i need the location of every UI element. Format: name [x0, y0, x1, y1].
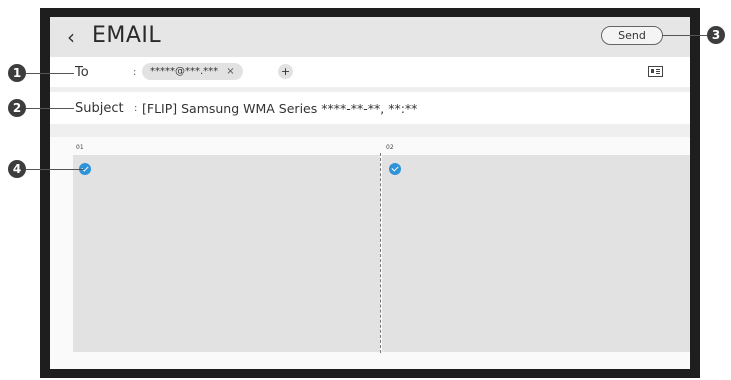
to-colon: : [133, 67, 137, 78]
header-bar: ‹ EMAIL Send [50, 17, 690, 57]
subject-row[interactable]: Subject : [FLIP] Samsung WMA Series ****… [50, 92, 690, 124]
recipient-chip[interactable]: *****@***.*** × [142, 63, 243, 80]
page-thumbnail-2[interactable] [382, 155, 690, 352]
add-recipient-button[interactable]: + [278, 64, 293, 79]
callout-leader-2 [19, 108, 74, 109]
callout-badge-2: 2 [8, 99, 26, 117]
recipient-address: *****@***.*** [150, 66, 219, 77]
callout-badge-1: 1 [8, 64, 26, 82]
contact-card-icon[interactable] [648, 66, 663, 77]
subject-label: Subject [75, 101, 124, 116]
page-divider [380, 153, 381, 353]
callout-leader-3 [662, 35, 708, 36]
to-row: To : *****@***.*** × + [50, 57, 690, 87]
subject-colon: : [134, 103, 138, 114]
remove-recipient-icon[interactable]: × [226, 66, 234, 77]
callout-badge-4: 4 [8, 160, 26, 178]
subject-field[interactable]: [FLIP] Samsung WMA Series ****-**-**, **… [142, 101, 417, 116]
page-number-2: 02 [386, 144, 394, 151]
to-label: To [75, 65, 89, 80]
page-title: EMAIL [92, 23, 162, 48]
email-screen: ‹ EMAIL Send To : *****@***.*** × + Subje… [50, 17, 690, 369]
checkmark-icon[interactable] [389, 163, 401, 175]
callout-badge-3: 3 [707, 26, 725, 44]
chevron-left-icon[interactable]: ‹ [67, 25, 75, 49]
page-thumbnail-1[interactable] [73, 155, 380, 352]
callout-leader-1 [19, 73, 74, 74]
page-number-1: 01 [76, 144, 84, 151]
callout-leader-4 [19, 169, 84, 170]
send-button[interactable]: Send [601, 26, 663, 45]
